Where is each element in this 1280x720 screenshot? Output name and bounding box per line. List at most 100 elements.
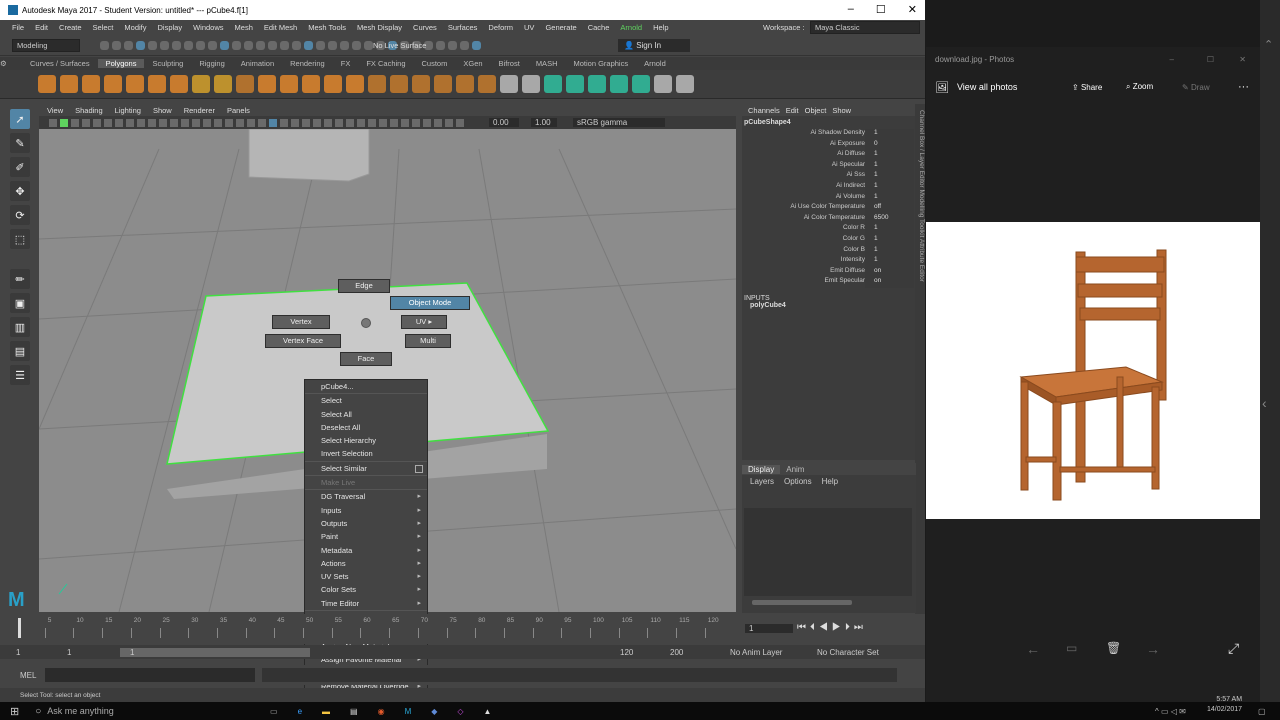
viewport-tool-icon[interactable]: [301, 118, 310, 127]
shelf-tool-icon[interactable]: [676, 75, 694, 93]
shelf-menu-icon[interactable]: ⚙: [0, 59, 22, 68]
input-node-name[interactable]: polyCube4: [742, 302, 916, 309]
shelf-tool-icon[interactable]: [478, 75, 496, 93]
mode-dropdown[interactable]: Modeling: [12, 38, 80, 52]
menu-windows[interactable]: Windows: [193, 23, 223, 32]
ctx-item-uv-sets[interactable]: UV Sets ▸: [305, 570, 427, 583]
view-all-photos-button[interactable]: View all photos: [957, 82, 1017, 92]
mm-multi[interactable]: Multi: [405, 334, 451, 348]
menu-generate[interactable]: Generate: [545, 23, 576, 32]
shelf-tool-icon[interactable]: [588, 75, 606, 93]
maya-taskbar-icon[interactable]: M: [405, 707, 412, 716]
status-tool-icon[interactable]: [459, 40, 469, 50]
attribute-row[interactable]: Emit Diffuse on: [742, 266, 916, 278]
menu-mesh[interactable]: Mesh: [235, 23, 253, 32]
shelf-tool-icon[interactable]: [38, 75, 56, 93]
viewport-tool-icon[interactable]: [433, 118, 442, 127]
mm-vertex-face[interactable]: Vertex Face: [265, 334, 341, 348]
shelf-tool-icon[interactable]: [368, 75, 386, 93]
scale-tool-icon[interactable]: ⬚: [10, 229, 30, 249]
viewport-tool-icon[interactable]: [169, 118, 178, 127]
time-slider[interactable]: 5 10 15 20 25 30 35 40 45 50 55 60 65 70 75 80 85 90 95 100…: [0, 614, 925, 644]
shelf-tool-icon[interactable]: [500, 75, 518, 93]
viewport-tool-icon[interactable]: [136, 118, 145, 127]
viewport-menu-view[interactable]: View: [47, 106, 63, 115]
slideshow-icon[interactable]: ▭: [1066, 641, 1077, 655]
sign-in-button[interactable]: 👤 Sign In: [618, 38, 690, 52]
attribute-row[interactable]: Ai Shadow Density 1: [742, 129, 916, 140]
viewport-menu-show[interactable]: Show: [153, 106, 172, 115]
menu-select[interactable]: Select: [93, 23, 114, 32]
menu-uv[interactable]: UV: [524, 23, 534, 32]
tab-arnold[interactable]: Arnold: [636, 59, 674, 68]
viewport-tool-icon[interactable]: [268, 118, 277, 127]
menu-display[interactable]: Display: [158, 23, 183, 32]
task-view-icon[interactable]: ▭: [270, 707, 278, 716]
edge-chevron-up-icon[interactable]: ⌃: [1264, 38, 1273, 51]
ctx-item-select[interactable]: Select: [305, 393, 427, 407]
mm-edge[interactable]: Edge: [338, 279, 390, 293]
viewport-menu-panels[interactable]: Panels: [227, 106, 250, 115]
menu-mesh-display[interactable]: Mesh Display: [357, 23, 402, 32]
clock-time[interactable]: 5:57 AM: [1207, 695, 1242, 705]
tab-display[interactable]: Display: [742, 464, 781, 474]
viewport-tool-icon[interactable]: [334, 118, 343, 127]
viewport-tool-icon[interactable]: [378, 118, 387, 127]
attribute-row[interactable]: Ai Use Color Temperature off: [742, 203, 916, 214]
viewport-tool-icon[interactable]: [257, 118, 266, 127]
edge-chevron-left-icon[interactable]: ‹: [1262, 395, 1267, 411]
status-tool-icon[interactable]: [315, 40, 325, 50]
edge-browser-icon[interactable]: e: [298, 707, 302, 716]
attribute-value[interactable]: 1: [865, 181, 914, 193]
status-tool-icon[interactable]: [171, 40, 181, 50]
shelf-tool-icon[interactable]: [390, 75, 408, 93]
viewport-tool-icon[interactable]: [279, 118, 288, 127]
viewport-tool-icon[interactable]: [356, 118, 365, 127]
viewport-tool-icon[interactable]: [81, 118, 90, 127]
attribute-row[interactable]: Ai Indirect 1: [742, 181, 916, 193]
shelf-tool-icon[interactable]: [148, 75, 166, 93]
attribute-row[interactable]: Ai Specular 1: [742, 160, 916, 172]
app-icon[interactable]: ◆: [431, 707, 437, 716]
menu-help[interactable]: Help: [653, 23, 668, 32]
notifications-icon[interactable]: ▢: [1258, 707, 1266, 716]
viewport-tool-icon[interactable]: [158, 118, 167, 127]
menu-surfaces[interactable]: Surfaces: [448, 23, 478, 32]
channel-menu-edit[interactable]: Edit: [786, 106, 799, 115]
attribute-value[interactable]: 1: [865, 234, 914, 246]
viewport-tool-icon[interactable]: [389, 118, 398, 127]
range-slider[interactable]: 1 1 1 120 200 No Anim Layer No Character…: [0, 645, 925, 659]
viewport-menu-renderer[interactable]: Renderer: [184, 106, 215, 115]
mm-uv[interactable]: UV ▸: [401, 315, 447, 329]
playback-end[interactable]: 120: [620, 648, 633, 657]
shelf-tool-icon[interactable]: [566, 75, 584, 93]
tab-anim[interactable]: Anim: [780, 465, 810, 474]
shelf-tool-icon[interactable]: [412, 75, 430, 93]
viewport-tool-icon[interactable]: [345, 118, 354, 127]
viewport-menu-lighting[interactable]: Lighting: [115, 106, 141, 115]
attribute-value[interactable]: 1: [865, 245, 914, 257]
viewport-tool-icon[interactable]: [235, 118, 244, 127]
attribute-value[interactable]: 1: [865, 129, 914, 140]
channel-menu-show[interactable]: Show: [832, 106, 851, 115]
shelf-tool-icon[interactable]: [258, 75, 276, 93]
tab-fx[interactable]: FX: [333, 59, 359, 68]
shelf-tool-icon[interactable]: [280, 75, 298, 93]
menu-arnold[interactable]: Arnold: [620, 23, 642, 32]
tab-curves-surfaces[interactable]: Curves / Surfaces: [22, 59, 98, 68]
chair-photo[interactable]: [926, 222, 1260, 519]
ctx-item-dg-traversal[interactable]: DG Traversal ▸: [305, 489, 427, 503]
more-options-icon[interactable]: ···: [1238, 81, 1249, 93]
status-tool-icon[interactable]: [291, 40, 301, 50]
persp-outliner-icon[interactable]: ▤: [10, 341, 30, 361]
attribute-row[interactable]: Ai Color Temperature 6500: [742, 213, 916, 225]
ctx-item-paint[interactable]: Paint ▸: [305, 530, 427, 543]
ctx-item-pcube4[interactable]: pCube4...: [305, 380, 427, 393]
attribute-value[interactable]: 1: [865, 224, 914, 235]
tab-rigging[interactable]: Rigging: [191, 59, 232, 68]
paint-select-icon[interactable]: ✐: [10, 157, 30, 177]
file-explorer-icon[interactable]: ▬: [322, 707, 330, 716]
viewport-tool-icon[interactable]: [312, 118, 321, 127]
shelf-tool-icon[interactable]: [654, 75, 672, 93]
viewport-tool-icon[interactable]: [59, 118, 68, 127]
